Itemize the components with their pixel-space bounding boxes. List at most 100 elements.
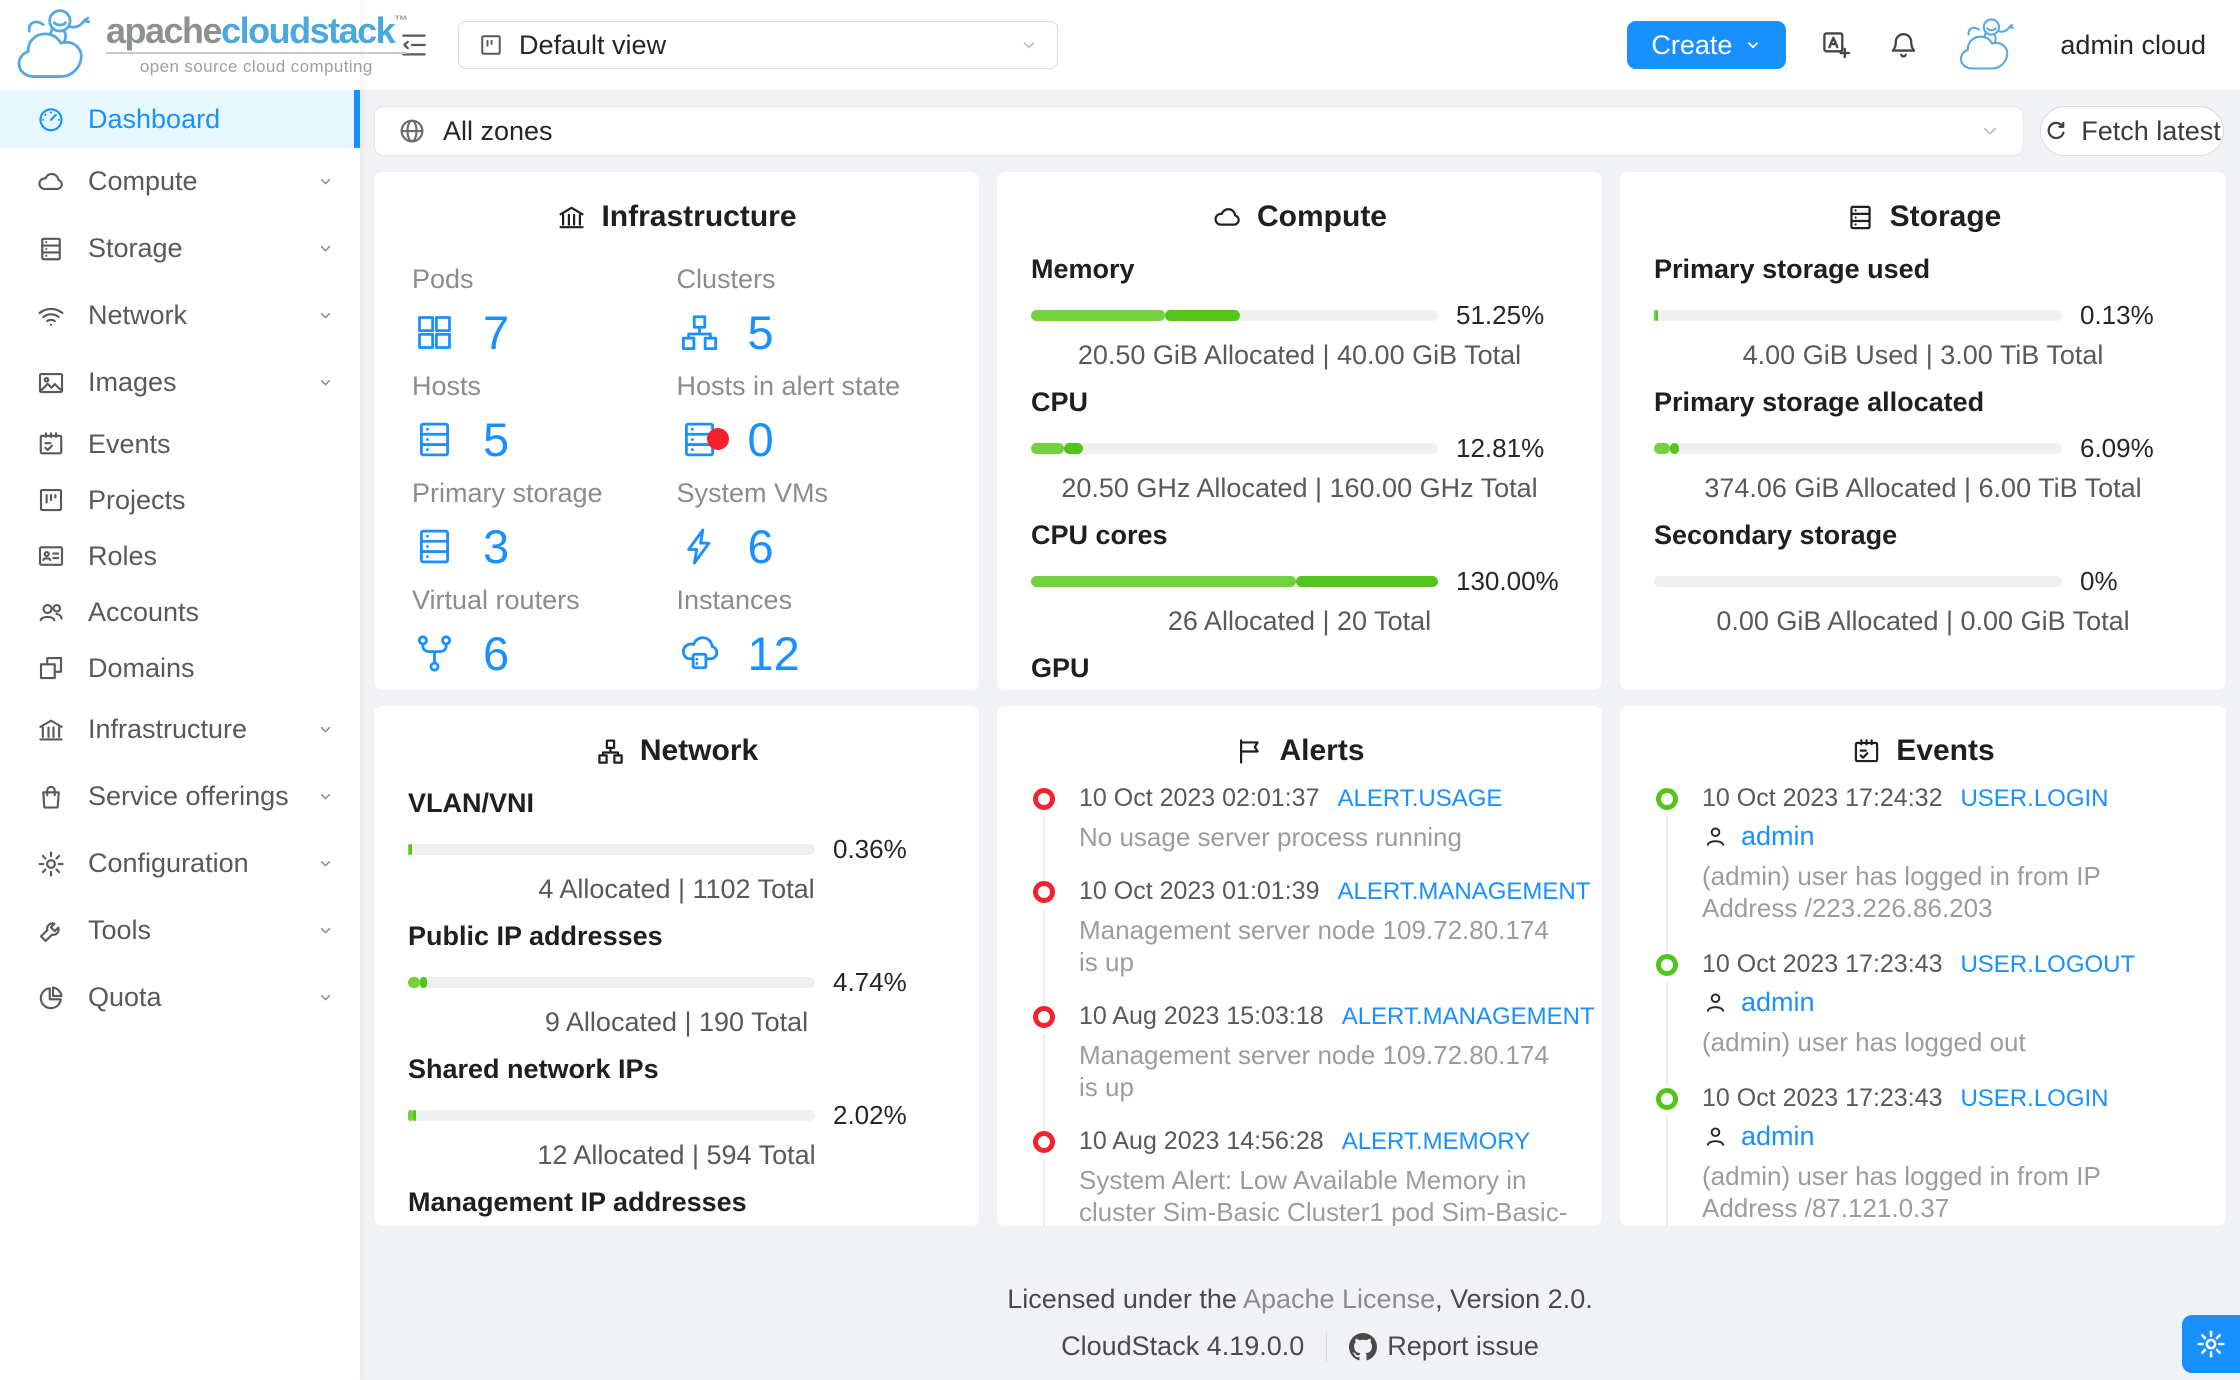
alert-tag-link[interactable]: ALERT.MANAGEMENT — [1337, 878, 1590, 906]
shopping-bag-icon — [42, 785, 60, 809]
report-issue-link[interactable]: Report issue — [1349, 1331, 1539, 1362]
user-name[interactable]: admin cloud — [2060, 30, 2206, 61]
progress-bar — [1654, 310, 2062, 321]
bell-icon[interactable] — [1887, 29, 1920, 62]
metric-subtext: 20.50 GHz Allocated | 160.00 GHz Total — [1061, 473, 1538, 503]
metric-subtext: 4 Allocated | 1102 Total — [538, 874, 815, 904]
stat-link-instances[interactable]: 12 — [677, 626, 942, 681]
user-avatar[interactable] — [1954, 16, 2026, 74]
metric-subtext: 20.50 GiB Allocated | 40.00 GiB Total — [1077, 340, 1522, 370]
logo-trademark: ™ — [394, 12, 408, 28]
sidebar-menu: Dashboard Compute Storage Network Images… — [0, 90, 360, 1031]
alert-state-dot — [706, 428, 729, 450]
chevron-down-icon — [1023, 42, 1035, 49]
translate-icon[interactable] — [1820, 29, 1853, 62]
zone-select[interactable]: All zones — [374, 106, 2024, 156]
fetch-latest-button[interactable]: Fetch latest — [2040, 106, 2224, 156]
stat-link-virtual-routers[interactable]: 6 — [412, 626, 677, 681]
sidebar-item-label: Compute — [88, 166, 198, 196]
event-time: 10 Oct 2023 17:23:43 — [1702, 950, 1943, 978]
alert-tag-link[interactable]: ALERT.USAGE — [1337, 785, 1502, 813]
chevron-down-icon — [320, 927, 331, 934]
sidebar-item-events[interactable]: Events — [0, 416, 360, 472]
sidebar-item-network[interactable]: Network — [0, 282, 360, 349]
wrench-icon — [39, 921, 60, 942]
metric-label: CPU cores — [1031, 520, 1168, 550]
chevron-down-icon — [320, 312, 331, 319]
event-user-link[interactable]: admin — [1741, 1121, 1815, 1152]
event-message: (admin) user has logged in from IP Addre… — [1702, 861, 2101, 923]
alert-time: 10 Aug 2023 14:56:28 — [1079, 1127, 1324, 1155]
dashboard-icon — [39, 108, 63, 132]
instances-icon — [681, 636, 718, 670]
event-item: 10 Oct 2023 17:24:32 USER.LOGIN admin (ad… — [1656, 784, 2196, 952]
sidebar-item-domains[interactable]: Domains — [0, 640, 360, 696]
network-card-title: Network — [374, 706, 979, 768]
sidebar-item-images[interactable]: Images — [0, 349, 360, 416]
sidebar-item-service-offerings[interactable]: Service offerings — [0, 763, 360, 830]
sidebar-item-projects[interactable]: Projects — [0, 472, 360, 528]
chevron-down-icon — [320, 860, 331, 867]
sidebar-item-configuration[interactable]: Configuration — [0, 830, 360, 897]
event-tag-link[interactable]: USER.LOGIN — [1960, 1085, 2108, 1113]
metric-primary-storage-used: Primary storage used 0.13% 4.00 GiB Used… — [1620, 254, 2226, 371]
create-button[interactable]: Create — [1627, 21, 1787, 69]
project-view-icon — [481, 35, 501, 55]
sidebar-item-dashboard[interactable]: Dashboard — [0, 90, 360, 148]
event-user-link[interactable]: admin — [1741, 821, 1815, 852]
sidebar-item-label: Dashboard — [88, 103, 221, 134]
alert-item: 10 Oct 2023 02:01:37 ALERT.USAGE No usage… — [1033, 784, 1572, 881]
metric-percent: 51.25% — [1456, 300, 1545, 330]
license-line: Licensed under the Apache License, Versi… — [360, 1284, 2240, 1315]
stat-label: Virtual routers — [412, 585, 580, 615]
alerts-card: Alerts 10 Oct 2023 02:01:37 ALERT.USAGE N… — [997, 706, 1602, 1226]
calendar-check-icon — [39, 432, 63, 455]
event-tag-link[interactable]: USER.LOGOUT — [1960, 951, 2135, 979]
apache-license-link[interactable]: Apache License — [1243, 1284, 1435, 1314]
sidebar-item-quota[interactable]: Quota — [0, 964, 360, 1031]
logo-cloudstack: cloudstack — [221, 10, 396, 51]
metric-memory: Memory 51.25% 20.50 GiB Allocated | 40.0… — [997, 254, 1602, 371]
metric-shared-network-ips: Shared network IPs 2.02% 12 Allocated | … — [374, 1054, 979, 1171]
chevron-down-icon — [320, 178, 331, 185]
sidebar-item-label: Roles — [88, 540, 158, 571]
metric-label: Secondary storage — [1654, 520, 1898, 550]
compute-card-title: Compute — [997, 172, 1602, 234]
storage-card: Storage Primary storage used 0.13% 4.00 … — [1620, 172, 2226, 690]
sidebar-item-label: Infrastructure — [88, 714, 248, 744]
metric-primary-storage-allocated: Primary storage allocated 6.09% 374.06 G… — [1620, 387, 2226, 504]
metric-cpu: CPU 12.81% 20.50 GHz Allocated | 160.00 … — [997, 387, 1602, 504]
stat-virtual-routers: Virtual routers 6 — [412, 563, 677, 680]
cloud-icon — [38, 172, 63, 190]
chevron-down-icon — [320, 379, 331, 386]
event-user-link[interactable]: admin — [1741, 987, 1815, 1018]
progress-bar — [408, 844, 815, 855]
wifi-icon — [38, 307, 64, 326]
alert-item: 10 Aug 2023 14:56:28 ALERT.MEMORY System … — [1033, 1127, 1572, 1226]
sidebar-item-label: Events — [88, 428, 171, 459]
pie-chart-icon — [39, 985, 63, 1009]
sidebar-item-accounts[interactable]: Accounts — [0, 584, 360, 640]
metric-label: GPU — [1031, 653, 1090, 683]
alert-tag-link[interactable]: ALERT.MANAGEMENT — [1342, 1003, 1595, 1031]
sidebar-item-infrastructure[interactable]: Infrastructure — [0, 696, 360, 763]
gear-icon — [38, 850, 64, 877]
metric-percent: 0.13% — [2080, 300, 2154, 330]
chevron-down-icon — [320, 726, 331, 733]
card-title-text: Alerts — [1279, 734, 1365, 767]
sidebar-item-compute[interactable]: Compute — [0, 148, 360, 215]
sidebar-item-label: Images — [88, 367, 177, 397]
progress-bar — [1654, 576, 2062, 587]
compute-card: Compute Memory 51.25% 20.50 GiB Allocate… — [997, 172, 1602, 690]
alert-tag-link[interactable]: ALERT.MEMORY — [1342, 1128, 1531, 1156]
view-select[interactable]: Default view — [458, 21, 1058, 69]
stat-primary-storage: Primary storage 3 — [412, 456, 677, 573]
metric-secondary-storage: Secondary storage 0% 0.00 GiB Allocated … — [1620, 520, 2226, 637]
event-tag-link[interactable]: USER.LOGIN — [1960, 785, 2108, 813]
sidebar-item-storage[interactable]: Storage — [0, 215, 360, 282]
project-settings-button[interactable] — [2182, 1315, 2240, 1373]
cluster-icon — [598, 739, 623, 764]
footer: Licensed under the Apache License, Versi… — [360, 1284, 2240, 1362]
sidebar-item-roles[interactable]: Roles — [0, 528, 360, 584]
sidebar-item-tools[interactable]: Tools — [0, 897, 360, 964]
